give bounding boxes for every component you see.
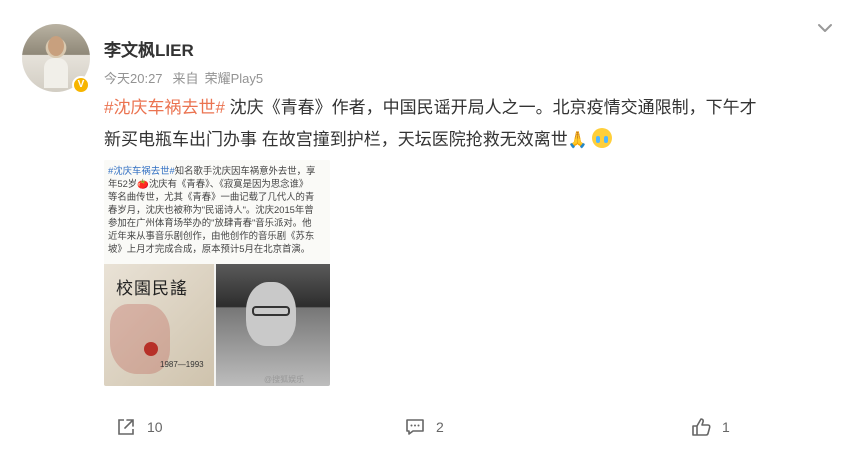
news-line: 知名歌手沈庆因车祸意外去世，享 bbox=[174, 165, 316, 176]
comment-button[interactable]: 2 bbox=[404, 410, 444, 444]
news-line: 春岁月，沈庆也被称为"民谣诗人"。沈庆2015年曾 bbox=[108, 204, 314, 215]
post-text-line-2-content: 新买电瓶车出门办事 在故宫撞到护栏，天坛医院抢救无效离世 bbox=[104, 130, 568, 149]
news-text-block: #沈庆车祸去世#知名歌手沈庆因车祸意外去世，享 年52岁🍅沈庆有《青春》、《寂寞… bbox=[104, 160, 330, 264]
post-text: #沈庆车祸去世# 沈庆《青春》作者，中国民谣开局人之一。北京疫情交通限制，下午才… bbox=[104, 92, 834, 157]
topic-link[interactable]: #沈庆车祸去世# bbox=[104, 98, 225, 117]
news-line: 参加在广州体育场举办的"放肆青春"音乐派对。他 bbox=[108, 217, 312, 228]
album-cover: 校園民謠 1987—1993 bbox=[104, 264, 214, 386]
comment-icon bbox=[406, 419, 424, 435]
repost-button[interactable]: 10 bbox=[115, 410, 163, 444]
avatar-body bbox=[44, 58, 68, 88]
action-bar: 10 2 1 bbox=[0, 410, 861, 444]
post-meta: 今天20:27 来自 荣耀Play5 bbox=[104, 68, 273, 87]
portrait-glasses bbox=[252, 306, 290, 316]
post-text-line-2: 新买电瓶车出门办事 在故宫撞到护栏，天坛医院抢救无效离世🙏 bbox=[104, 124, 834, 157]
post-text-rest: 沈庆《青春》作者，中国民谣开局人之一。北京疫情交通限制，下午才 bbox=[224, 98, 757, 117]
chevron-down-icon[interactable] bbox=[815, 18, 835, 38]
post-source: 荣耀Play5 bbox=[204, 71, 264, 86]
share-icon bbox=[118, 419, 134, 435]
pray-icon: 🙏 bbox=[567, 132, 588, 149]
news-line: 等名曲传世，尤其《青春》一曲记载了几代人的青 bbox=[108, 191, 315, 202]
news-line: 年52岁🍅沈庆有《青春》、《寂寞是因为思念谁》 bbox=[108, 178, 309, 189]
repost-count: 10 bbox=[147, 419, 163, 435]
news-topic: #沈庆车祸去世# bbox=[108, 165, 175, 176]
portrait-photo bbox=[216, 264, 330, 386]
like-button[interactable]: 1 bbox=[690, 410, 730, 444]
news-line: 近年来从事音乐剧创作，由他创作的音乐剧《苏东 bbox=[108, 230, 315, 241]
news-line: 坡》上月才完成合成，原本预计5月在北京首演。 bbox=[108, 243, 311, 254]
album-title: 校園民謠 bbox=[116, 279, 188, 299]
post-text-line-1: #沈庆车祸去世# 沈庆《青春》作者，中国民谣开局人之一。北京疫情交通限制，下午才 bbox=[104, 92, 834, 124]
source-prefix: 来自 bbox=[172, 71, 199, 86]
crying-face-icon bbox=[592, 128, 613, 148]
image-watermark: @搜狐娱乐 bbox=[264, 375, 305, 384]
red-seal-icon bbox=[144, 342, 158, 356]
thumbs-up-icon bbox=[692, 418, 711, 436]
comment-count: 2 bbox=[436, 419, 444, 435]
author-name[interactable]: 李文枫LIER bbox=[104, 36, 194, 61]
like-count: 1 bbox=[722, 419, 730, 435]
weibo-post-card: V 李文枫LIER 今天20:27 来自 荣耀Play5 #沈庆车祸去世# 沈庆《青… bbox=[0, 0, 861, 459]
post-time[interactable]: 今天20:27 bbox=[104, 71, 163, 86]
post-image[interactable]: #沈庆车祸去世#知名歌手沈庆因车祸意外去世，享 年52岁🍅沈庆有《青春》、《寂寞… bbox=[104, 160, 330, 386]
album-years: 1987—1993 bbox=[160, 360, 204, 369]
avatar-head bbox=[48, 36, 64, 56]
verified-badge-icon: V bbox=[72, 76, 90, 94]
